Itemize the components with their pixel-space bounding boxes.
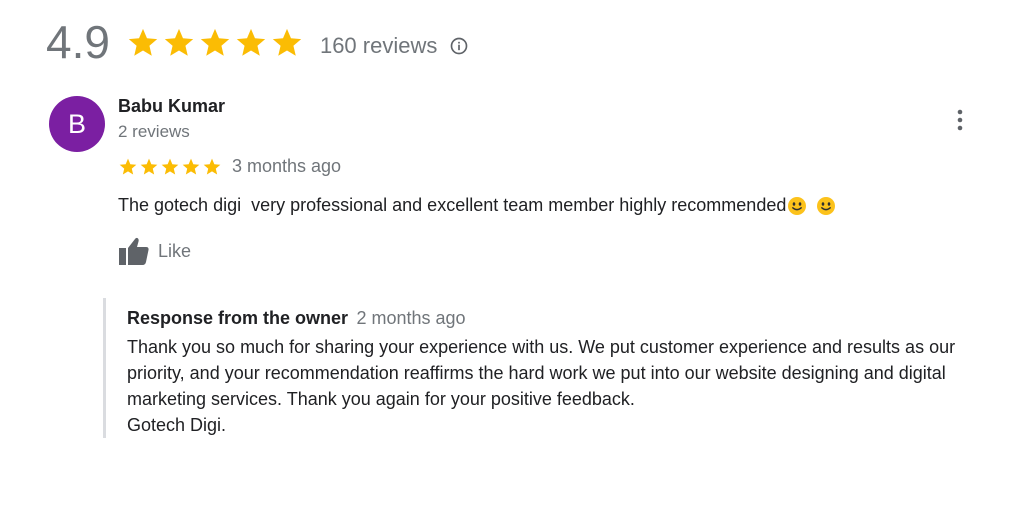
review-star-rating bbox=[118, 157, 223, 177]
reviewer-name[interactable]: Babu Kumar bbox=[118, 96, 225, 117]
owner-response: Response from the owner 2 months ago Tha… bbox=[103, 298, 1011, 438]
review-rating-row: 3 months ago bbox=[118, 156, 341, 177]
star-icon bbox=[128, 28, 158, 56]
overall-star-rating bbox=[126, 26, 306, 60]
smiling-face-emoji-icon bbox=[817, 196, 836, 215]
owner-response-text: Thank you so much for sharing your exper… bbox=[127, 334, 1017, 438]
rating-summary: 4.9 160 reviews bbox=[46, 12, 469, 72]
owner-response-line: marketing services. Thank you again for … bbox=[127, 389, 635, 409]
info-icon[interactable] bbox=[449, 36, 469, 56]
star-icon bbox=[272, 28, 302, 56]
owner-response-line: Thank you so much for sharing your exper… bbox=[127, 337, 956, 357]
more-options-button[interactable] bbox=[946, 106, 974, 134]
star-icon bbox=[182, 158, 200, 174]
star-icon bbox=[161, 158, 179, 174]
review-date: 3 months ago bbox=[232, 156, 342, 176]
avatar[interactable]: B bbox=[49, 96, 105, 152]
like-button[interactable]: Like bbox=[118, 236, 191, 266]
star-icon bbox=[140, 158, 158, 174]
review-count: 160 reviews bbox=[319, 33, 438, 58]
star-icon bbox=[236, 28, 266, 56]
reviewer-review-count: 2 reviews bbox=[118, 122, 190, 141]
star-icon bbox=[203, 158, 221, 174]
overall-rating: 4.9 bbox=[46, 16, 110, 68]
star-icon bbox=[200, 28, 230, 56]
review-text: The gotech digi very professional and ex… bbox=[118, 195, 836, 216]
smiling-face-emoji-icon bbox=[788, 196, 807, 215]
review-body: The gotech digi very professional and ex… bbox=[118, 195, 787, 215]
more-vert-icon bbox=[957, 109, 963, 131]
owner-response-title: Response from the owner bbox=[127, 308, 349, 328]
owner-response-line: Gotech Digi. bbox=[127, 415, 227, 435]
avatar-letter: B bbox=[67, 108, 86, 139]
like-label: Like bbox=[158, 240, 192, 261]
star-icon bbox=[119, 158, 137, 174]
star-icon bbox=[164, 28, 194, 56]
thumbs-up-icon bbox=[119, 237, 149, 265]
owner-response-header: Response from the owner 2 months ago bbox=[127, 308, 466, 329]
owner-response-line: priority, and your recommendation reaffi… bbox=[127, 363, 946, 383]
owner-response-date: 2 months ago bbox=[356, 308, 466, 328]
